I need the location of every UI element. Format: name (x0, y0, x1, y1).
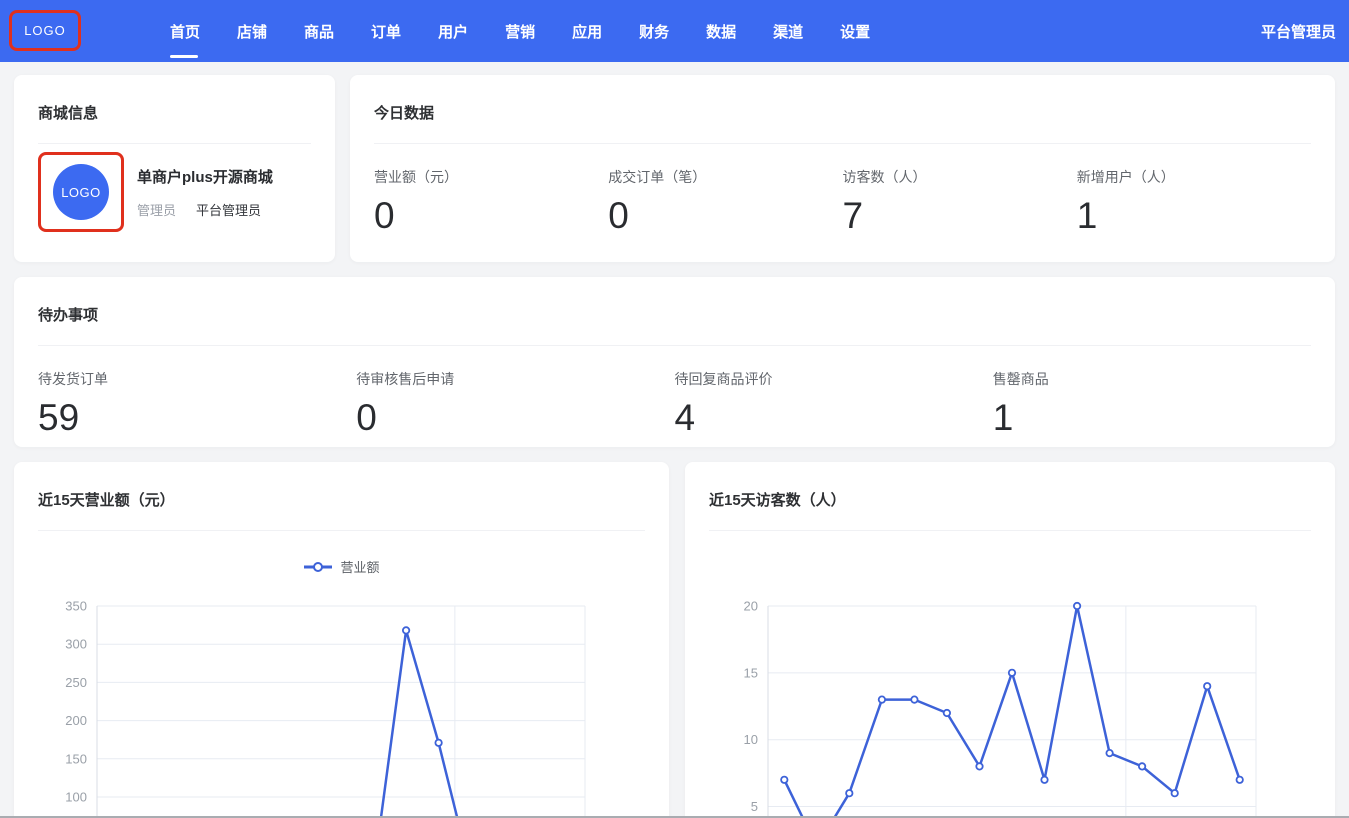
stat-item: 待发货订单 59 (38, 369, 356, 439)
legend-label: 营业额 (340, 557, 379, 576)
mall-info-card: 商城信息 LOGO 单商户plus开源商城 管理员 平台管理员 (14, 75, 335, 262)
stat-value: 0 (374, 195, 608, 237)
todo-card: 待办事项 待发货订单 59待审核售后申请 0待回复商品评价 4售罄商品 1 (14, 277, 1335, 447)
nav-item[interactable]: 设置 (840, 0, 870, 62)
role-label: 管理员 (137, 200, 176, 219)
revenue-line-chart[interactable]: 350 300 250 200 150 100 (14, 595, 669, 818)
divider (38, 530, 645, 531)
stat-item: 成交订单（笔） 0 (608, 167, 842, 237)
stat-label: 待审核售后申请 (356, 369, 674, 389)
stat-label: 待发货订单 (38, 369, 356, 389)
svg-text:350: 350 (65, 599, 87, 614)
logo[interactable]: LOGO (24, 23, 66, 38)
stat-label: 新增用户（人） (1077, 167, 1311, 187)
stat-item: 营业额（元） 0 (374, 167, 608, 237)
nav-item[interactable]: 商品 (304, 0, 334, 62)
stat-label: 营业额（元） (374, 167, 608, 187)
mall-info-title: 商城信息 (38, 102, 311, 123)
stat-item: 待审核售后申请 0 (356, 369, 674, 439)
logo-highlight-box: LOGO (9, 10, 81, 51)
nav-item[interactable]: 店铺 (237, 0, 267, 62)
stat-value: 7 (843, 195, 1077, 237)
svg-text:200: 200 (65, 713, 87, 728)
nav-item[interactable]: 营销 (505, 0, 535, 62)
mall-avatar: LOGO (53, 164, 109, 220)
todo-stats-row: 待发货订单 59待审核售后申请 0待回复商品评价 4售罄商品 1 (14, 346, 1335, 439)
stat-value: 59 (38, 397, 356, 439)
stat-value: 0 (356, 397, 674, 439)
stat-item: 售罄商品 1 (993, 369, 1311, 439)
nav-user-menu[interactable]: 平台管理员 (1261, 21, 1336, 42)
visitors-chart-card: 近15天访客数（人） 20 15 10 5 (685, 462, 1335, 818)
stat-value: 1 (1077, 195, 1311, 237)
stat-value: 0 (608, 195, 842, 237)
svg-text:100: 100 (65, 790, 87, 805)
todo-title: 待办事项 (38, 304, 1311, 325)
mall-name: 单商户plus开源商城 (137, 166, 273, 187)
visitors-chart-title: 近15天访客数（人） (709, 489, 1311, 510)
svg-text:300: 300 (65, 637, 87, 652)
today-stats-row: 营业额（元）0成交订单（笔）0访客数（人）7新增用户（人）1 (350, 144, 1335, 237)
stat-label: 成交订单（笔） (608, 167, 842, 187)
nav-item[interactable]: 订单 (371, 0, 401, 62)
stat-label: 待回复商品评价 (675, 369, 993, 389)
svg-text:5: 5 (751, 799, 758, 814)
nav-item[interactable]: 用户 (438, 0, 468, 62)
svg-text:250: 250 (65, 675, 87, 690)
nav-item[interactable]: 数据 (706, 0, 736, 62)
role-value: 平台管理员 (196, 200, 261, 219)
nav-item[interactable]: 首页 (170, 0, 200, 62)
svg-text:10: 10 (744, 732, 758, 747)
svg-text:20: 20 (744, 599, 758, 614)
svg-text:15: 15 (744, 665, 758, 680)
stat-item: 访客数（人） 7 (843, 167, 1077, 237)
divider (709, 530, 1311, 531)
main-content: 商城信息 LOGO 单商户plus开源商城 管理员 平台管理员 今日数据 营业额… (0, 62, 1349, 818)
nav-menu: 首页店铺商品订单用户营销应用财务数据渠道设置 (170, 0, 870, 62)
chart-legend[interactable]: 营业额 (14, 557, 669, 576)
nav-item[interactable]: 应用 (572, 0, 602, 62)
today-data-title: 今日数据 (374, 102, 1311, 123)
top-nav: LOGO 首页店铺商品订单用户营销应用财务数据渠道设置 平台管理员 (0, 0, 1349, 62)
stat-value: 4 (675, 397, 993, 439)
stat-item: 待回复商品评价 4 (675, 369, 993, 439)
revenue-chart-title: 近15天营业额（元） (38, 489, 645, 510)
stat-item: 新增用户（人） 1 (1077, 167, 1311, 237)
nav-item[interactable]: 财务 (639, 0, 669, 62)
legend-line-circle-icon (303, 562, 333, 572)
visitors-line-chart[interactable]: 20 15 10 5 (685, 595, 1335, 818)
svg-text:150: 150 (65, 751, 87, 766)
stat-label: 售罄商品 (993, 369, 1311, 389)
stat-value: 1 (993, 397, 1311, 439)
avatar-highlight-box: LOGO (38, 152, 124, 232)
stat-label: 访客数（人） (843, 167, 1077, 187)
revenue-chart-card: 近15天营业额（元） 营业额 350 300 250 200 150 100 (14, 462, 669, 818)
nav-item[interactable]: 渠道 (773, 0, 803, 62)
today-data-card: 今日数据 营业额（元）0成交订单（笔）0访客数（人）7新增用户（人）1 (350, 75, 1335, 262)
